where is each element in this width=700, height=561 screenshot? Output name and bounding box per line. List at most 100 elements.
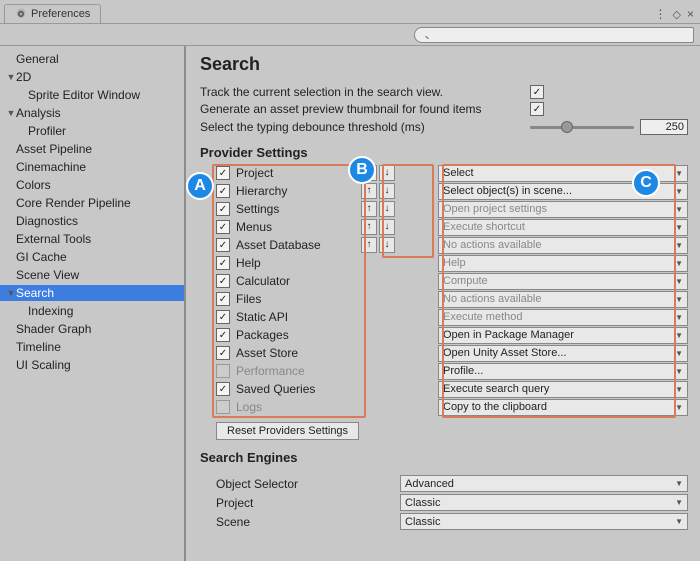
move-up-button[interactable]: ↑ bbox=[361, 201, 377, 217]
chevron-down-icon: ▼ bbox=[675, 498, 683, 507]
provider-action-dropdown[interactable]: No actions available▼ bbox=[438, 237, 688, 254]
provider-reorder: ↑↓ bbox=[358, 237, 398, 253]
provider-row: ✓Static APIExecute method▼ bbox=[200, 308, 688, 326]
provider-checkbox[interactable]: ✓ bbox=[216, 202, 230, 216]
sidebar-item-asset-pipeline[interactable]: Asset Pipeline bbox=[0, 141, 184, 157]
provider-name: Calculator bbox=[236, 274, 290, 288]
provider-action-dropdown[interactable]: Execute search query▼ bbox=[438, 381, 688, 398]
sidebar-item-2d[interactable]: 2D bbox=[0, 69, 184, 85]
dropdown-value: Advanced bbox=[405, 478, 454, 490]
provider-action-dropdown[interactable]: Compute▼ bbox=[438, 273, 688, 290]
sidebar-item-shader-graph[interactable]: Shader Graph bbox=[0, 321, 184, 337]
move-down-button[interactable]: ↓ bbox=[379, 201, 395, 217]
provider-checkbox[interactable]: ✓ bbox=[216, 310, 230, 324]
dropdown-value: Open in Package Manager bbox=[443, 329, 574, 341]
sidebar: General 2D Sprite Editor Window Analysis Pro… bbox=[0, 46, 186, 561]
move-down-button[interactable]: ↓ bbox=[379, 165, 395, 181]
sidebar-item-general[interactable]: General bbox=[0, 51, 184, 67]
provider-checkbox[interactable]: ✓ bbox=[216, 166, 230, 180]
chevron-down-icon: ▼ bbox=[675, 403, 683, 412]
provider-action-dropdown[interactable]: Open project settings▼ bbox=[438, 201, 688, 218]
sidebar-item-timeline[interactable]: Timeline bbox=[0, 339, 184, 355]
sidebar-item-cinemachine[interactable]: Cinemachine bbox=[0, 159, 184, 175]
engine-label: Object Selector bbox=[200, 477, 400, 491]
provider-reorder: ↑↓ bbox=[358, 219, 398, 235]
sidebar-item-diagnostics[interactable]: Diagnostics bbox=[0, 213, 184, 229]
chevron-down-icon: ▼ bbox=[675, 295, 683, 304]
sidebar-item-ui-scaling[interactable]: UI Scaling bbox=[0, 357, 184, 373]
provider-action-dropdown[interactable]: Execute method▼ bbox=[438, 309, 688, 326]
sidebar-item-label: Colors bbox=[16, 178, 51, 192]
move-down-button[interactable]: ↓ bbox=[379, 237, 395, 253]
popout-icon[interactable]: ◇ bbox=[673, 8, 681, 21]
sidebar-item-gi-cache[interactable]: GI Cache bbox=[0, 249, 184, 265]
sidebar-item-search[interactable]: Search bbox=[0, 285, 184, 301]
reset-providers-button[interactable]: Reset Providers Settings bbox=[216, 422, 359, 440]
option-track-checkbox[interactable]: ✓ bbox=[530, 85, 544, 99]
provider-action-dropdown[interactable]: Open in Package Manager ▼ bbox=[438, 327, 688, 344]
search-engines: Object SelectorAdvanced▼ProjectClassic▼S… bbox=[200, 475, 688, 530]
sidebar-item-analysis[interactable]: Analysis bbox=[0, 105, 184, 121]
provider-checkbox[interactable] bbox=[216, 400, 230, 414]
close-icon[interactable]: × bbox=[687, 7, 694, 21]
dropdown-value: No actions available bbox=[443, 293, 541, 305]
sidebar-item-label: GI Cache bbox=[16, 250, 67, 264]
engine-dropdown[interactable]: Advanced▼ bbox=[400, 475, 688, 492]
move-up-button[interactable]: ↑ bbox=[361, 219, 377, 235]
provider-action-dropdown[interactable]: Copy to the clipboard▼ bbox=[438, 399, 688, 416]
provider-checkbox[interactable] bbox=[216, 364, 230, 378]
provider-action-dropdown[interactable]: No actions available ▼ bbox=[438, 291, 688, 308]
provider-checkbox[interactable]: ✓ bbox=[216, 346, 230, 360]
provider-checkbox[interactable]: ✓ bbox=[216, 382, 230, 396]
move-down-button[interactable]: ↓ bbox=[379, 183, 395, 199]
provider-row: LogsCopy to the clipboard▼ bbox=[200, 398, 688, 416]
engine-dropdown[interactable]: Classic▼ bbox=[400, 513, 688, 530]
debounce-value[interactable]: 250 bbox=[640, 119, 688, 135]
provider-row: ✓ Saved Queries Execute search query▼ bbox=[200, 380, 688, 398]
move-down-button[interactable]: ↓ bbox=[379, 219, 395, 235]
provider-name: Asset Database bbox=[236, 238, 321, 252]
provider-checkbox[interactable]: ✓ bbox=[216, 220, 230, 234]
expand-arrow-icon[interactable] bbox=[6, 72, 16, 82]
sidebar-item-sprite-editor-window[interactable]: Sprite Editor Window bbox=[0, 87, 184, 103]
sidebar-item-external-tools[interactable]: External Tools bbox=[0, 231, 184, 247]
sidebar-item-label: Core Render Pipeline bbox=[16, 196, 131, 210]
option-thumb-checkbox[interactable]: ✓ bbox=[530, 102, 544, 116]
provider-action-dropdown[interactable]: Profile...▼ bbox=[438, 363, 688, 380]
provider-checkbox[interactable]: ✓ bbox=[216, 274, 230, 288]
dropdown-value: Select object(s) in scene... bbox=[443, 185, 572, 197]
provider-settings-title: Provider Settings bbox=[200, 145, 688, 160]
dropdown-value: Help bbox=[443, 257, 466, 269]
provider-name: Help bbox=[236, 256, 261, 270]
provider-action-dropdown[interactable]: Execute shortcut▼ bbox=[438, 219, 688, 236]
provider-checkbox[interactable]: ✓ bbox=[216, 256, 230, 270]
engine-row: ProjectClassic▼ bbox=[200, 494, 688, 511]
provider-action-dropdown[interactable]: Help▼ bbox=[438, 255, 688, 272]
provider-row: ✓HelpHelp▼ bbox=[200, 254, 688, 272]
provider-checkbox[interactable]: ✓ bbox=[216, 328, 230, 342]
move-up-button[interactable]: ↑ bbox=[361, 183, 377, 199]
sidebar-item-profiler[interactable]: Profiler bbox=[0, 123, 184, 139]
slider-thumb[interactable] bbox=[561, 121, 573, 133]
expand-arrow-icon[interactable] bbox=[6, 108, 16, 118]
debounce-slider[interactable] bbox=[530, 126, 634, 129]
dropdown-value: Execute method bbox=[443, 311, 523, 323]
provider-name: Saved Queries bbox=[236, 382, 315, 396]
provider-action-dropdown[interactable]: Open Unity Asset Store...▼ bbox=[438, 345, 688, 362]
kebab-icon[interactable]: ⋮ bbox=[655, 7, 667, 21]
sidebar-item-colors[interactable]: Colors bbox=[0, 177, 184, 193]
provider-checkbox[interactable]: ✓ bbox=[216, 184, 230, 198]
window-tab[interactable]: Preferences bbox=[4, 4, 101, 23]
sidebar-item-indexing[interactable]: Indexing bbox=[0, 303, 184, 319]
toolbar-search-input[interactable] bbox=[414, 27, 694, 43]
provider-checkbox[interactable]: ✓ bbox=[216, 292, 230, 306]
provider-checkbox[interactable]: ✓ bbox=[216, 238, 230, 252]
chevron-down-icon: ▼ bbox=[675, 331, 683, 340]
sidebar-item-label: Analysis bbox=[16, 106, 61, 120]
engine-dropdown[interactable]: Classic▼ bbox=[400, 494, 688, 511]
dropdown-value: Classic bbox=[405, 516, 440, 528]
sidebar-item-core-render-pipeline[interactable]: Core Render Pipeline bbox=[0, 195, 184, 211]
move-up-button[interactable]: ↑ bbox=[361, 237, 377, 253]
expand-arrow-icon[interactable] bbox=[6, 288, 16, 298]
sidebar-item-scene-view[interactable]: Scene View bbox=[0, 267, 184, 283]
